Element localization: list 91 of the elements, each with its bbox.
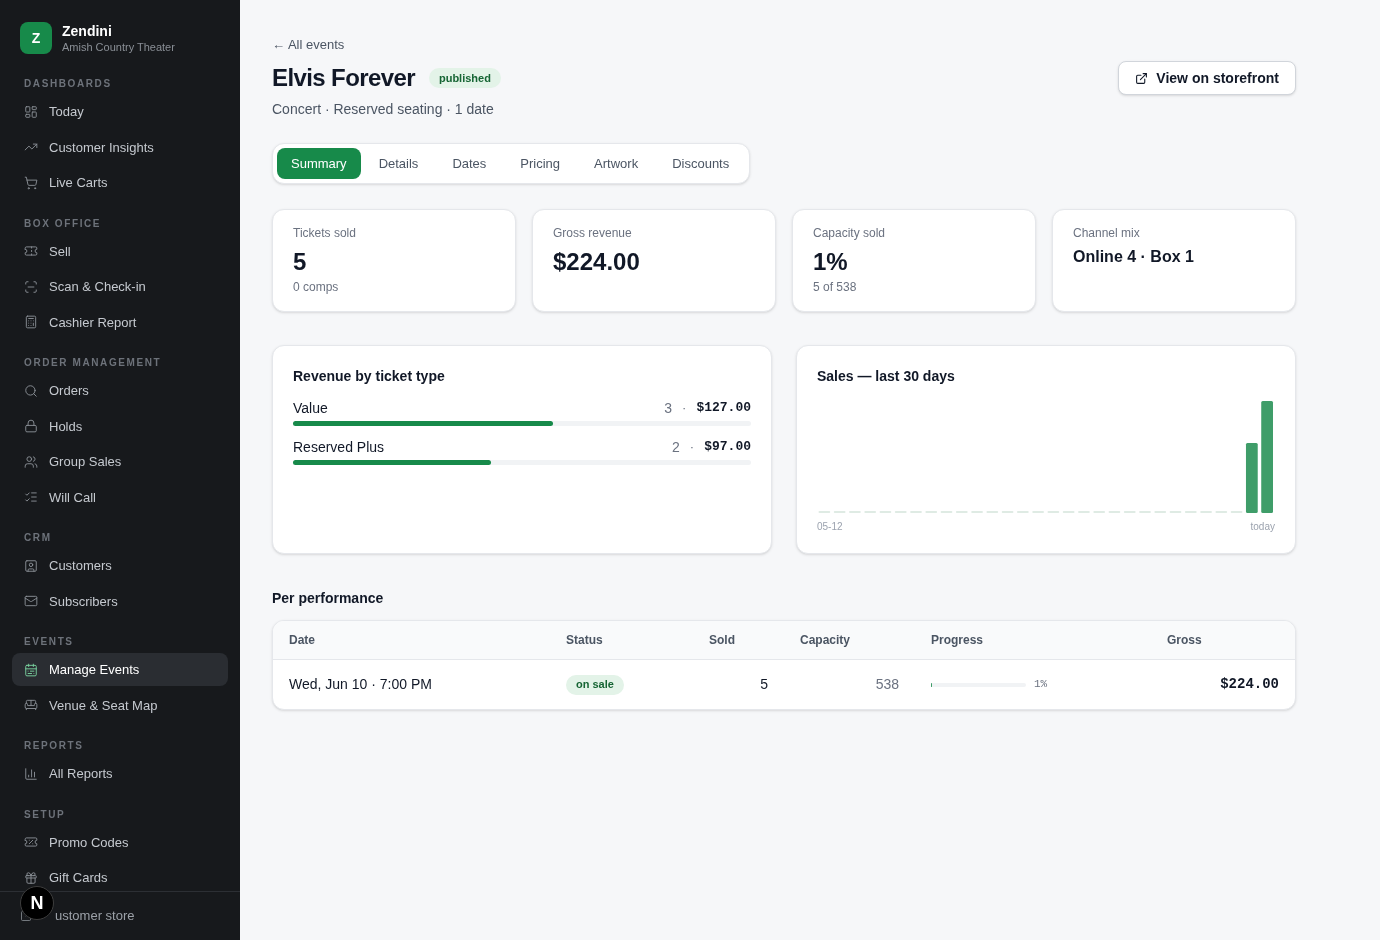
nav-item[interactable]: Orders — [12, 374, 228, 408]
nav-item[interactable]: All Reports — [12, 757, 228, 791]
stat-label: Capacity sold — [813, 225, 887, 241]
nav-item[interactable]: Will Call — [12, 480, 228, 514]
gift-icon — [24, 870, 38, 885]
calculator-icon — [24, 315, 38, 330]
nav-item[interactable]: Live Carts — [12, 166, 228, 200]
column-header: Capacity — [800, 632, 851, 649]
ticket-revenue: $97.00 — [704, 438, 751, 457]
ticket-type-name: Value — [293, 398, 328, 418]
view-storefront-button[interactable]: View on storefront — [1118, 61, 1296, 95]
calendar-icon — [24, 662, 38, 677]
ticket-icon — [24, 244, 38, 259]
contact-card-icon — [24, 558, 38, 573]
back-link[interactable]: ← All events — [272, 37, 345, 53]
tab[interactable]: Pricing — [504, 148, 577, 179]
ticket-count: 2 — [672, 437, 680, 457]
bar-chart-icon — [24, 766, 38, 781]
separator-dot: · — [682, 399, 687, 418]
nav-item[interactable]: Sell — [12, 234, 228, 268]
nav-item[interactable]: Group Sales — [12, 445, 228, 479]
tab[interactable]: Details — [362, 148, 435, 179]
table-cell-text: 538 — [875, 675, 899, 694]
nav-item[interactable]: Customer Insights — [12, 130, 228, 164]
axis-label: 05-12 — [817, 521, 843, 533]
nav-item[interactable]: Customers — [12, 549, 228, 583]
stat-note: 0 comps — [293, 279, 340, 295]
stat-label: Gross revenue — [553, 225, 633, 241]
sofa-icon — [24, 698, 38, 713]
event-subtitle: Concert · Reserved seating · 1 date — [272, 100, 494, 119]
column-header: Progress — [931, 632, 984, 649]
section-title: Per performance — [272, 589, 384, 608]
card-title: Revenue by ticket type — [293, 367, 446, 386]
checklist-icon — [24, 490, 38, 505]
ticket-type-name: Reserved Plus — [293, 437, 385, 457]
brand-logo: Z — [20, 22, 52, 54]
separator-dot: · — [689, 438, 695, 457]
nav-item[interactable]: Promo Codes — [12, 825, 228, 859]
envelope-icon — [24, 594, 38, 609]
tab[interactable]: Dates — [436, 148, 503, 179]
ticket-revenue: $127.00 — [696, 399, 751, 418]
brand-name: Zendini — [62, 22, 113, 40]
search-icon — [24, 383, 38, 398]
scan-icon — [24, 279, 38, 294]
axis-label: today — [1250, 521, 1275, 533]
nav-item[interactable]: Cashier Report — [12, 305, 228, 339]
section-heading: CRM — [23, 532, 53, 544]
nav-item[interactable]: Today — [12, 95, 228, 129]
users-icon — [24, 454, 38, 469]
status-badge: published — [428, 68, 501, 88]
status-badge: on sale — [566, 674, 624, 695]
ticket-percent-icon — [24, 835, 38, 850]
column-header: Date — [289, 632, 315, 649]
section-heading: DASHBOARDS — [23, 78, 113, 90]
stat-value: 5 — [293, 247, 308, 277]
tab[interactable]: Summary — [277, 148, 361, 179]
table-cell-text: $224.00 — [1220, 675, 1279, 694]
lock-icon — [24, 419, 38, 434]
tab[interactable]: Discounts — [656, 148, 746, 179]
section-heading: SETUP — [23, 808, 67, 821]
external-link-icon — [1135, 71, 1149, 85]
stat-value: 1% — [813, 247, 849, 277]
card-title: Sales — last 30 days — [817, 367, 956, 386]
dev-tools-badge[interactable]: N — [20, 886, 54, 920]
column-header: Status — [566, 632, 603, 649]
table-cell-text: 5 — [760, 675, 768, 694]
section-heading: ORDER MANAGEMENT — [23, 357, 163, 369]
section-heading: EVENTS — [23, 636, 75, 648]
section-heading: BOX OFFICE — [23, 217, 103, 230]
stat-value: $224.00 — [553, 247, 641, 277]
stat-note: 5 of 538 — [813, 279, 858, 295]
ticket-count: 3 — [664, 398, 673, 418]
nav-item[interactable]: Holds — [12, 409, 228, 443]
tab[interactable]: Artwork — [578, 148, 655, 179]
stat-value: Online 4 · Box 1 — [1073, 247, 1195, 267]
nav-item[interactable]: Venue & Seat Map — [12, 688, 228, 722]
nav-item[interactable]: Manage Events — [12, 653, 228, 687]
table-cell-text: Wed, Jun 10 · 7:00 PM — [289, 675, 432, 694]
cart-icon — [24, 175, 38, 190]
section-heading: REPORTS — [23, 740, 85, 752]
progress-percent: 1% — [1034, 677, 1048, 693]
venue-name: Amish Country Theater — [62, 40, 175, 54]
column-header: Sold — [709, 632, 735, 649]
event-title: Elvis Forever — [272, 63, 415, 93]
nav-item[interactable]: Subscribers — [12, 584, 228, 618]
stat-label: Tickets sold — [293, 225, 357, 241]
stat-label: Channel mix — [1073, 225, 1141, 241]
dashboard-icon — [24, 104, 38, 119]
nav-item[interactable]: Scan & Check-in — [12, 270, 228, 304]
customer-store-link[interactable]: ustomer store — [55, 908, 135, 924]
column-header: Gross — [1167, 632, 1202, 649]
